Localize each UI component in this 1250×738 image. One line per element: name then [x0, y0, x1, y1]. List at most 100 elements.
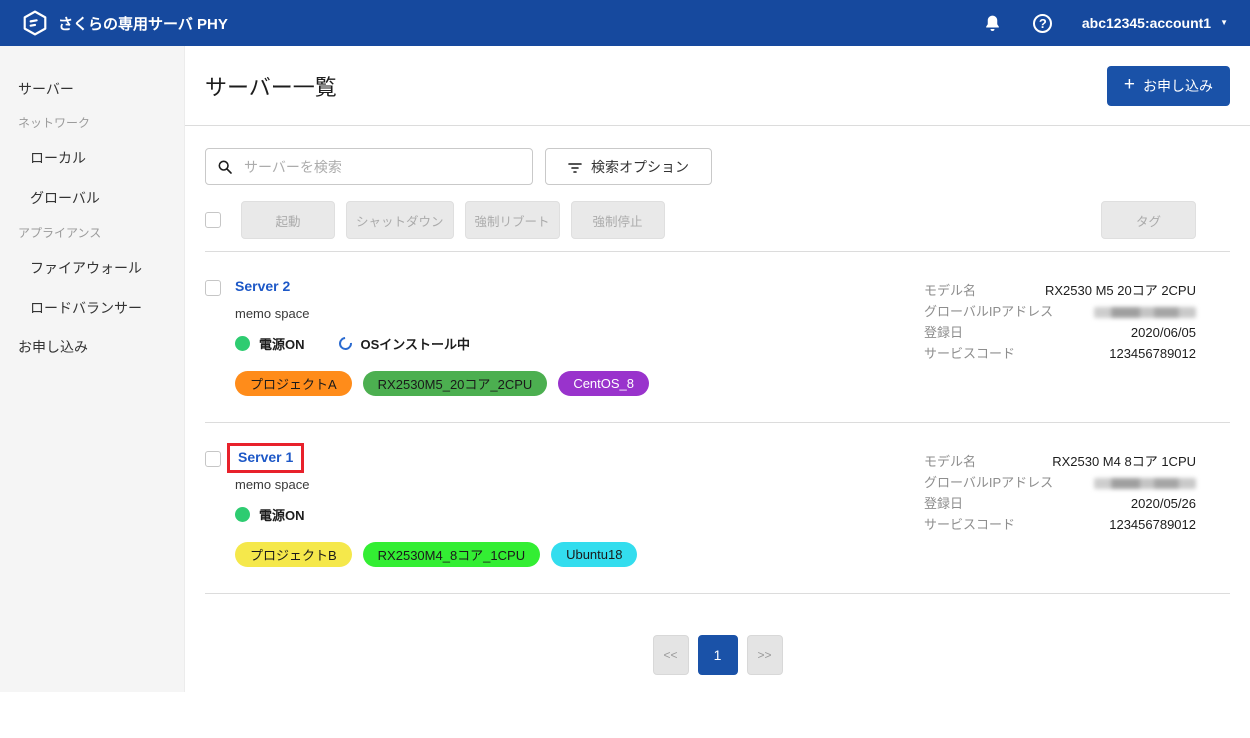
sidebar-section-label: ネットワーク: [0, 108, 184, 138]
server-row: Server 1 memo space 電源ON プロジェクトB RX2530M4…: [205, 422, 1230, 593]
server-detail-row: グローバルIPアドレス: [924, 472, 1196, 493]
server-tag[interactable]: プロジェクトB: [235, 542, 352, 567]
detail-label: グローバルIPアドレス: [924, 472, 1053, 493]
pagination: << 1 >>: [205, 635, 1230, 675]
detail-value: 2020/05/26: [1131, 493, 1196, 514]
server-detail-row: サービスコード123456789012: [924, 343, 1196, 364]
server-tag[interactable]: Ubuntu18: [551, 542, 637, 567]
power-status-label: 電源ON: [259, 334, 305, 353]
sidebar-item[interactable]: グローバル: [0, 178, 184, 218]
server-status-row: 電源ON: [235, 505, 924, 523]
plus-icon: +: [1124, 75, 1135, 94]
os-install-status: OSインストール中: [339, 334, 471, 353]
bulk-action-button[interactable]: シャットダウン: [346, 201, 454, 239]
server-detail-row: 登録日 2020/05/26: [924, 493, 1196, 514]
redacted-ip-value: [1094, 307, 1196, 318]
server-detail-row: サービスコード 123456789012: [924, 514, 1196, 535]
server-detail-row: グローバルIPアドレス: [924, 301, 1196, 322]
account-name: abc12345:account1: [1082, 15, 1211, 31]
server-tag[interactable]: CentOS_8: [558, 371, 649, 396]
server-detail-row: 登録日 2020/06/05: [924, 322, 1196, 343]
power-on-dot-icon: [235, 336, 250, 351]
divider: [185, 125, 1250, 126]
app-header: さくらの専用サーバ PHY ? abc12345:account1 ▼: [0, 0, 1250, 46]
server-summary: Server 2 memo space 電源ON OSインストール中 プロジェク…: [235, 278, 924, 396]
tag-button[interactable]: タグ: [1101, 201, 1196, 239]
brand-home-link[interactable]: さくらの専用サーバ PHY: [22, 10, 228, 36]
power-status-label: 電源ON: [259, 505, 305, 524]
server-tags: プロジェクトB RX2530M4_8コア_1CPU Ubuntu18: [235, 542, 924, 567]
sidebar-item[interactable]: ロードバランサー: [0, 288, 184, 328]
hexagon-logo-icon: [22, 10, 48, 36]
sidebar-item[interactable]: ファイアウォール: [0, 248, 184, 288]
detail-value: RX2530 M5 20コア 2CPU: [1045, 280, 1196, 301]
server-name-wrap: Server 2: [235, 278, 290, 296]
order-button[interactable]: + お申し込み: [1107, 66, 1230, 106]
sidebar-item[interactable]: お申し込み: [0, 328, 184, 366]
search-options-label: 検索オプション: [591, 157, 689, 177]
detail-label: モデル名: [924, 451, 976, 472]
select-all-checkbox[interactable]: [205, 212, 221, 228]
detail-value: 123456789012: [1109, 343, 1196, 364]
account-menu[interactable]: abc12345:account1 ▼: [1082, 15, 1228, 31]
server-detail-row: モデル名 RX2530 M5 20コア 2CPU: [924, 280, 1196, 301]
bulk-action-button[interactable]: 起動: [241, 201, 335, 239]
detail-label: 登録日: [924, 322, 963, 343]
power-status: 電源ON: [235, 505, 305, 524]
server-status-row: 電源ON OSインストール中: [235, 334, 924, 352]
detail-value: [1094, 301, 1196, 322]
pagination-current-page[interactable]: 1: [698, 635, 738, 675]
filter-icon: [568, 160, 582, 174]
sidebar-item[interactable]: ローカル: [0, 138, 184, 178]
bulk-action-button[interactable]: 強制リブート: [465, 201, 560, 239]
server-tags: プロジェクトA RX2530M5_20コア_2CPU CentOS_8: [235, 371, 924, 396]
bulk-action-button[interactable]: 強制停止: [571, 201, 665, 239]
server-select-checkbox[interactable]: [205, 451, 221, 467]
server-tag[interactable]: RX2530M5_20コア_2CPU: [363, 371, 548, 396]
detail-label: サービスコード: [924, 514, 1015, 535]
sidebar-section-label: アプライアンス: [0, 218, 184, 248]
detail-label: モデル名: [924, 280, 976, 301]
order-button-label: お申し込み: [1143, 76, 1213, 96]
server-row: Server 2 memo space 電源ON OSインストール中 プロジェク…: [205, 251, 1230, 422]
detail-label: 登録日: [924, 493, 963, 514]
pagination-next-button[interactable]: >>: [747, 635, 783, 675]
sidebar-nav: サーバーネットワークローカルグローバルアプライアンスファイアウォールロードバラン…: [0, 70, 184, 366]
pagination-prev-button[interactable]: <<: [653, 635, 689, 675]
os-install-status-label: OSインストール中: [361, 334, 471, 353]
detail-value: 2020/06/05: [1131, 322, 1196, 343]
search-input[interactable]: [242, 158, 521, 176]
page-title: サーバー一覧: [205, 70, 337, 102]
server-memo: memo space: [235, 477, 924, 492]
search-box: [205, 148, 533, 185]
detail-value: RX2530 M4 8コア 1CPU: [1052, 451, 1196, 472]
sidebar-item[interactable]: サーバー: [0, 70, 184, 108]
spinner-icon: [336, 334, 354, 352]
detail-value: 123456789012: [1109, 514, 1196, 535]
detail-value: [1094, 472, 1196, 493]
server-details: モデル名 RX2530 M5 20コア 2CPUグローバルIPアドレス登録日 202…: [924, 278, 1196, 364]
server-tag[interactable]: RX2530M4_8コア_1CPU: [363, 542, 540, 567]
power-status: 電源ON: [235, 334, 305, 353]
brand-title: さくらの専用サーバ PHY: [58, 13, 228, 34]
search-icon: [217, 159, 233, 175]
sidebar: サーバーネットワークローカルグローバルアプライアンスファイアウォールロードバラン…: [0, 46, 185, 692]
server-detail-row: モデル名 RX2530 M4 8コア 1CPU: [924, 451, 1196, 472]
server-name-link[interactable]: Server 1: [238, 449, 293, 465]
server-name-link[interactable]: Server 2: [235, 278, 290, 294]
server-list: Server 2 memo space 電源ON OSインストール中 プロジェク…: [205, 251, 1230, 594]
chevron-down-icon: ▼: [1220, 19, 1228, 27]
bulk-action-buttons: 起動シャットダウン強制リブート強制停止: [241, 201, 665, 239]
power-on-dot-icon: [235, 507, 250, 522]
search-options-button[interactable]: 検索オプション: [545, 148, 712, 185]
main-content: サーバー一覧 + お申し込み 検索オプション 起動シャットダウン強制リブート強制…: [185, 46, 1250, 675]
help-glyph: ?: [1033, 14, 1052, 33]
server-details: モデル名 RX2530 M4 8コア 1CPUグローバルIPアドレス登録日 2020…: [924, 449, 1196, 535]
server-tag[interactable]: プロジェクトA: [235, 371, 352, 396]
help-icon[interactable]: ?: [1032, 12, 1054, 34]
server-memo: memo space: [235, 306, 924, 321]
server-summary: Server 1 memo space 電源ON プロジェクトB RX2530M4…: [235, 449, 924, 567]
detail-label: グローバルIPアドレス: [924, 301, 1053, 322]
notifications-bell-icon[interactable]: [982, 12, 1004, 34]
server-select-checkbox[interactable]: [205, 280, 221, 296]
